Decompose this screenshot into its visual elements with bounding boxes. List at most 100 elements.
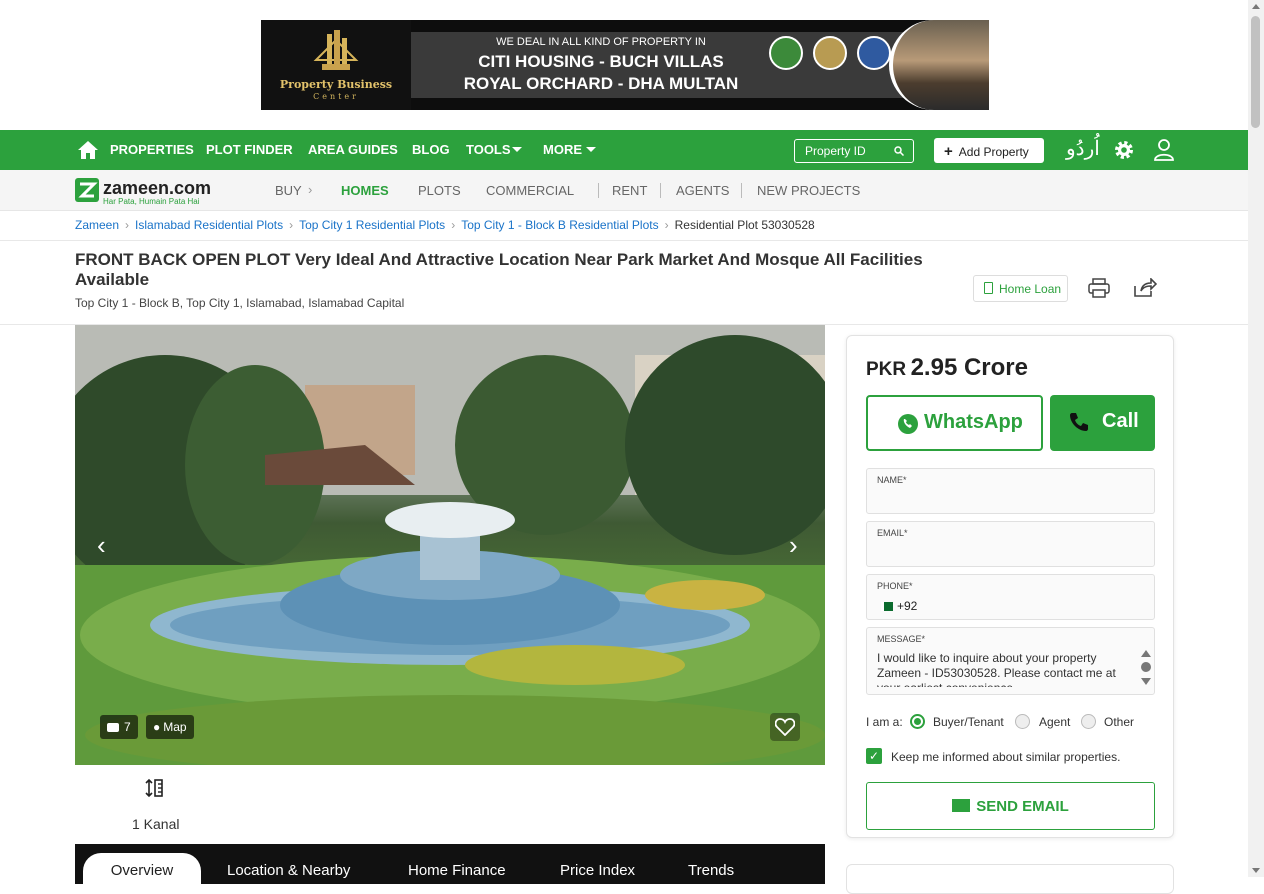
send-email-label: SEND EMAIL <box>976 798 1069 815</box>
breadcrumb-link[interactable]: Top City 1 - Block B Residential Plots <box>461 218 658 232</box>
nav-rent[interactable]: RENT <box>612 183 647 198</box>
listing-title: FRONT BACK OPEN PLOT Very Ideal And Attr… <box>75 250 923 289</box>
zameen-logo[interactable]: zameen.com Har Pata, Humain Pata Hai <box>75 178 211 207</box>
ad-line-2: CITI HOUSING - BUCH VILLAS <box>478 52 724 71</box>
ad-text-panel: WE DEAL IN ALL KIND OF PROPERTY IN CITI … <box>411 32 911 98</box>
secondary-card <box>846 864 1174 894</box>
seal-icon <box>769 36 803 70</box>
tab-trends[interactable]: Trends <box>688 862 734 879</box>
search-icon[interactable] <box>894 146 904 156</box>
price-currency: PKR <box>866 359 907 380</box>
next-photo-button[interactable]: › <box>789 530 798 561</box>
photo-count-button[interactable]: 7 <box>100 715 138 739</box>
prev-photo-button[interactable]: ‹ <box>97 530 106 561</box>
tab-overview[interactable]: Overview <box>83 853 201 893</box>
ad-banner[interactable]: Property Business Center WE DEAL IN ALL … <box>261 20 989 110</box>
breadcrumb-link[interactable]: Islamabad Residential Plots <box>135 218 283 232</box>
whatsapp-button[interactable]: WhatsApp <box>866 395 1043 451</box>
nav-new-projects[interactable]: NEW PROJECTS <box>757 183 860 198</box>
message-field-label: MESSAGE* <box>877 634 926 644</box>
zameen-logo-icon <box>75 178 99 202</box>
chevron-right-icon: › <box>289 218 294 232</box>
chevron-down-icon <box>512 147 522 152</box>
radio-label: Other <box>1104 715 1135 729</box>
map-label: Map <box>163 720 187 734</box>
nav-commercial[interactable]: COMMERCIAL <box>486 183 574 198</box>
phone-field[interactable]: PHONE* +92 <box>866 574 1155 620</box>
radio-label: Buyer/Tenant <box>933 715 1004 729</box>
ad-line-1: WE DEAL IN ALL KIND OF PROPERTY IN <box>496 36 706 48</box>
home-loan-label: Home Loan <box>999 282 1062 296</box>
photo-gallery[interactable]: ‹ › 7 ● Map <box>75 325 825 765</box>
map-pin-icon: ● <box>153 720 161 734</box>
breadcrumb-link[interactable]: Top City 1 Residential Plots <box>299 218 445 232</box>
home-icon[interactable] <box>77 140 99 160</box>
scroll-up-icon <box>1141 650 1151 657</box>
ad-logo: Property Business Center <box>261 20 411 110</box>
tab-price-index[interactable]: Price Index <box>560 862 635 879</box>
page-scrollbar[interactable] <box>1248 0 1264 877</box>
nav-agents[interactable]: AGENTS <box>676 183 729 198</box>
call-button[interactable]: Call <box>1050 395 1155 451</box>
email-field[interactable]: EMAIL* <box>866 521 1155 567</box>
scroll-down-arrow[interactable] <box>1252 868 1260 873</box>
ad-logo-sub: Center <box>313 92 359 101</box>
price-amount: 2.95 Crore <box>910 354 1028 381</box>
seal-icon <box>857 36 891 70</box>
role-label: I am a: <box>866 715 903 729</box>
send-email-button[interactable]: SEND EMAIL <box>866 782 1155 830</box>
price: PKR 2.95 Crore <box>866 354 1028 382</box>
nav-buy[interactable]: BUY <box>275 183 302 198</box>
home-loan-button[interactable]: Home Loan <box>973 275 1068 302</box>
print-icon[interactable] <box>1088 278 1110 298</box>
message-field[interactable]: MESSAGE* I would like to inquire about y… <box>866 627 1155 695</box>
envelope-icon <box>952 799 971 812</box>
area-value: 1 Kanal <box>132 816 180 832</box>
scroll-thumb[interactable] <box>1251 16 1260 128</box>
brand-name: zameen.com <box>103 178 212 198</box>
add-property-button[interactable]: + Add Property <box>934 138 1044 163</box>
radio-label: Agent <box>1039 715 1071 729</box>
nav-homes[interactable]: HOMES <box>341 183 389 198</box>
share-icon[interactable] <box>1133 278 1157 298</box>
radio-buyer-tenant[interactable] <box>910 714 925 729</box>
property-id-search-input[interactable]: Property ID <box>794 139 914 163</box>
divider <box>0 240 1248 241</box>
nav-tools[interactable]: TOOLS <box>466 142 511 157</box>
breadcrumb-current: Residential Plot 53030528 <box>674 218 815 232</box>
user-icon[interactable] <box>1153 138 1175 162</box>
map-button[interactable]: ● Map <box>146 715 194 739</box>
add-property-label: Add Property <box>958 145 1029 159</box>
nav-blog[interactable]: BLOG <box>412 142 450 157</box>
property-id-placeholder: Property ID <box>805 144 866 158</box>
keep-informed-checkbox[interactable]: ✓ <box>866 748 882 764</box>
heart-icon <box>775 718 795 736</box>
radio-agent[interactable] <box>1015 714 1030 729</box>
scroll-thumb[interactable] <box>1141 662 1151 672</box>
nav-properties[interactable]: PROPERTIES <box>110 142 194 157</box>
camera-icon <box>107 723 119 732</box>
detail-tabs: Overview Location & Nearby Home Finance … <box>75 844 825 893</box>
secondary-navbar: zameen.com Har Pata, Humain Pata Hai BUY… <box>0 170 1248 211</box>
brand-tagline: Har Pata, Humain Pata Hai <box>103 197 200 206</box>
nav-area-guides[interactable]: AREA GUIDES <box>308 142 398 157</box>
nav-plots[interactable]: PLOTS <box>418 183 461 198</box>
nav-more[interactable]: MORE <box>543 142 582 157</box>
nav-plot-finder[interactable]: PLOT FINDER <box>206 142 293 157</box>
favorite-button[interactable] <box>770 713 800 741</box>
chevron-right-icon: › <box>308 182 313 197</box>
whatsapp-label: WhatsApp <box>924 411 1023 433</box>
urdu-language-toggle[interactable]: اُردُو <box>1066 136 1100 161</box>
gear-icon[interactable] <box>1113 139 1135 161</box>
ad-line-3: ROYAL ORCHARD - DHA MULTAN <box>463 74 739 93</box>
tab-home-finance[interactable]: Home Finance <box>408 862 506 879</box>
radio-other[interactable] <box>1081 714 1096 729</box>
scroll-up-arrow[interactable] <box>1252 4 1260 9</box>
breadcrumb-link[interactable]: Zameen <box>75 218 119 232</box>
chevron-down-icon <box>586 147 596 152</box>
tab-location-nearby[interactable]: Location & Nearby <box>227 862 350 879</box>
phone-country-code: +92 <box>897 599 918 613</box>
name-field[interactable]: NAME* <box>866 468 1155 514</box>
chevron-right-icon: › <box>451 218 456 232</box>
email-field-label: EMAIL* <box>877 528 908 538</box>
